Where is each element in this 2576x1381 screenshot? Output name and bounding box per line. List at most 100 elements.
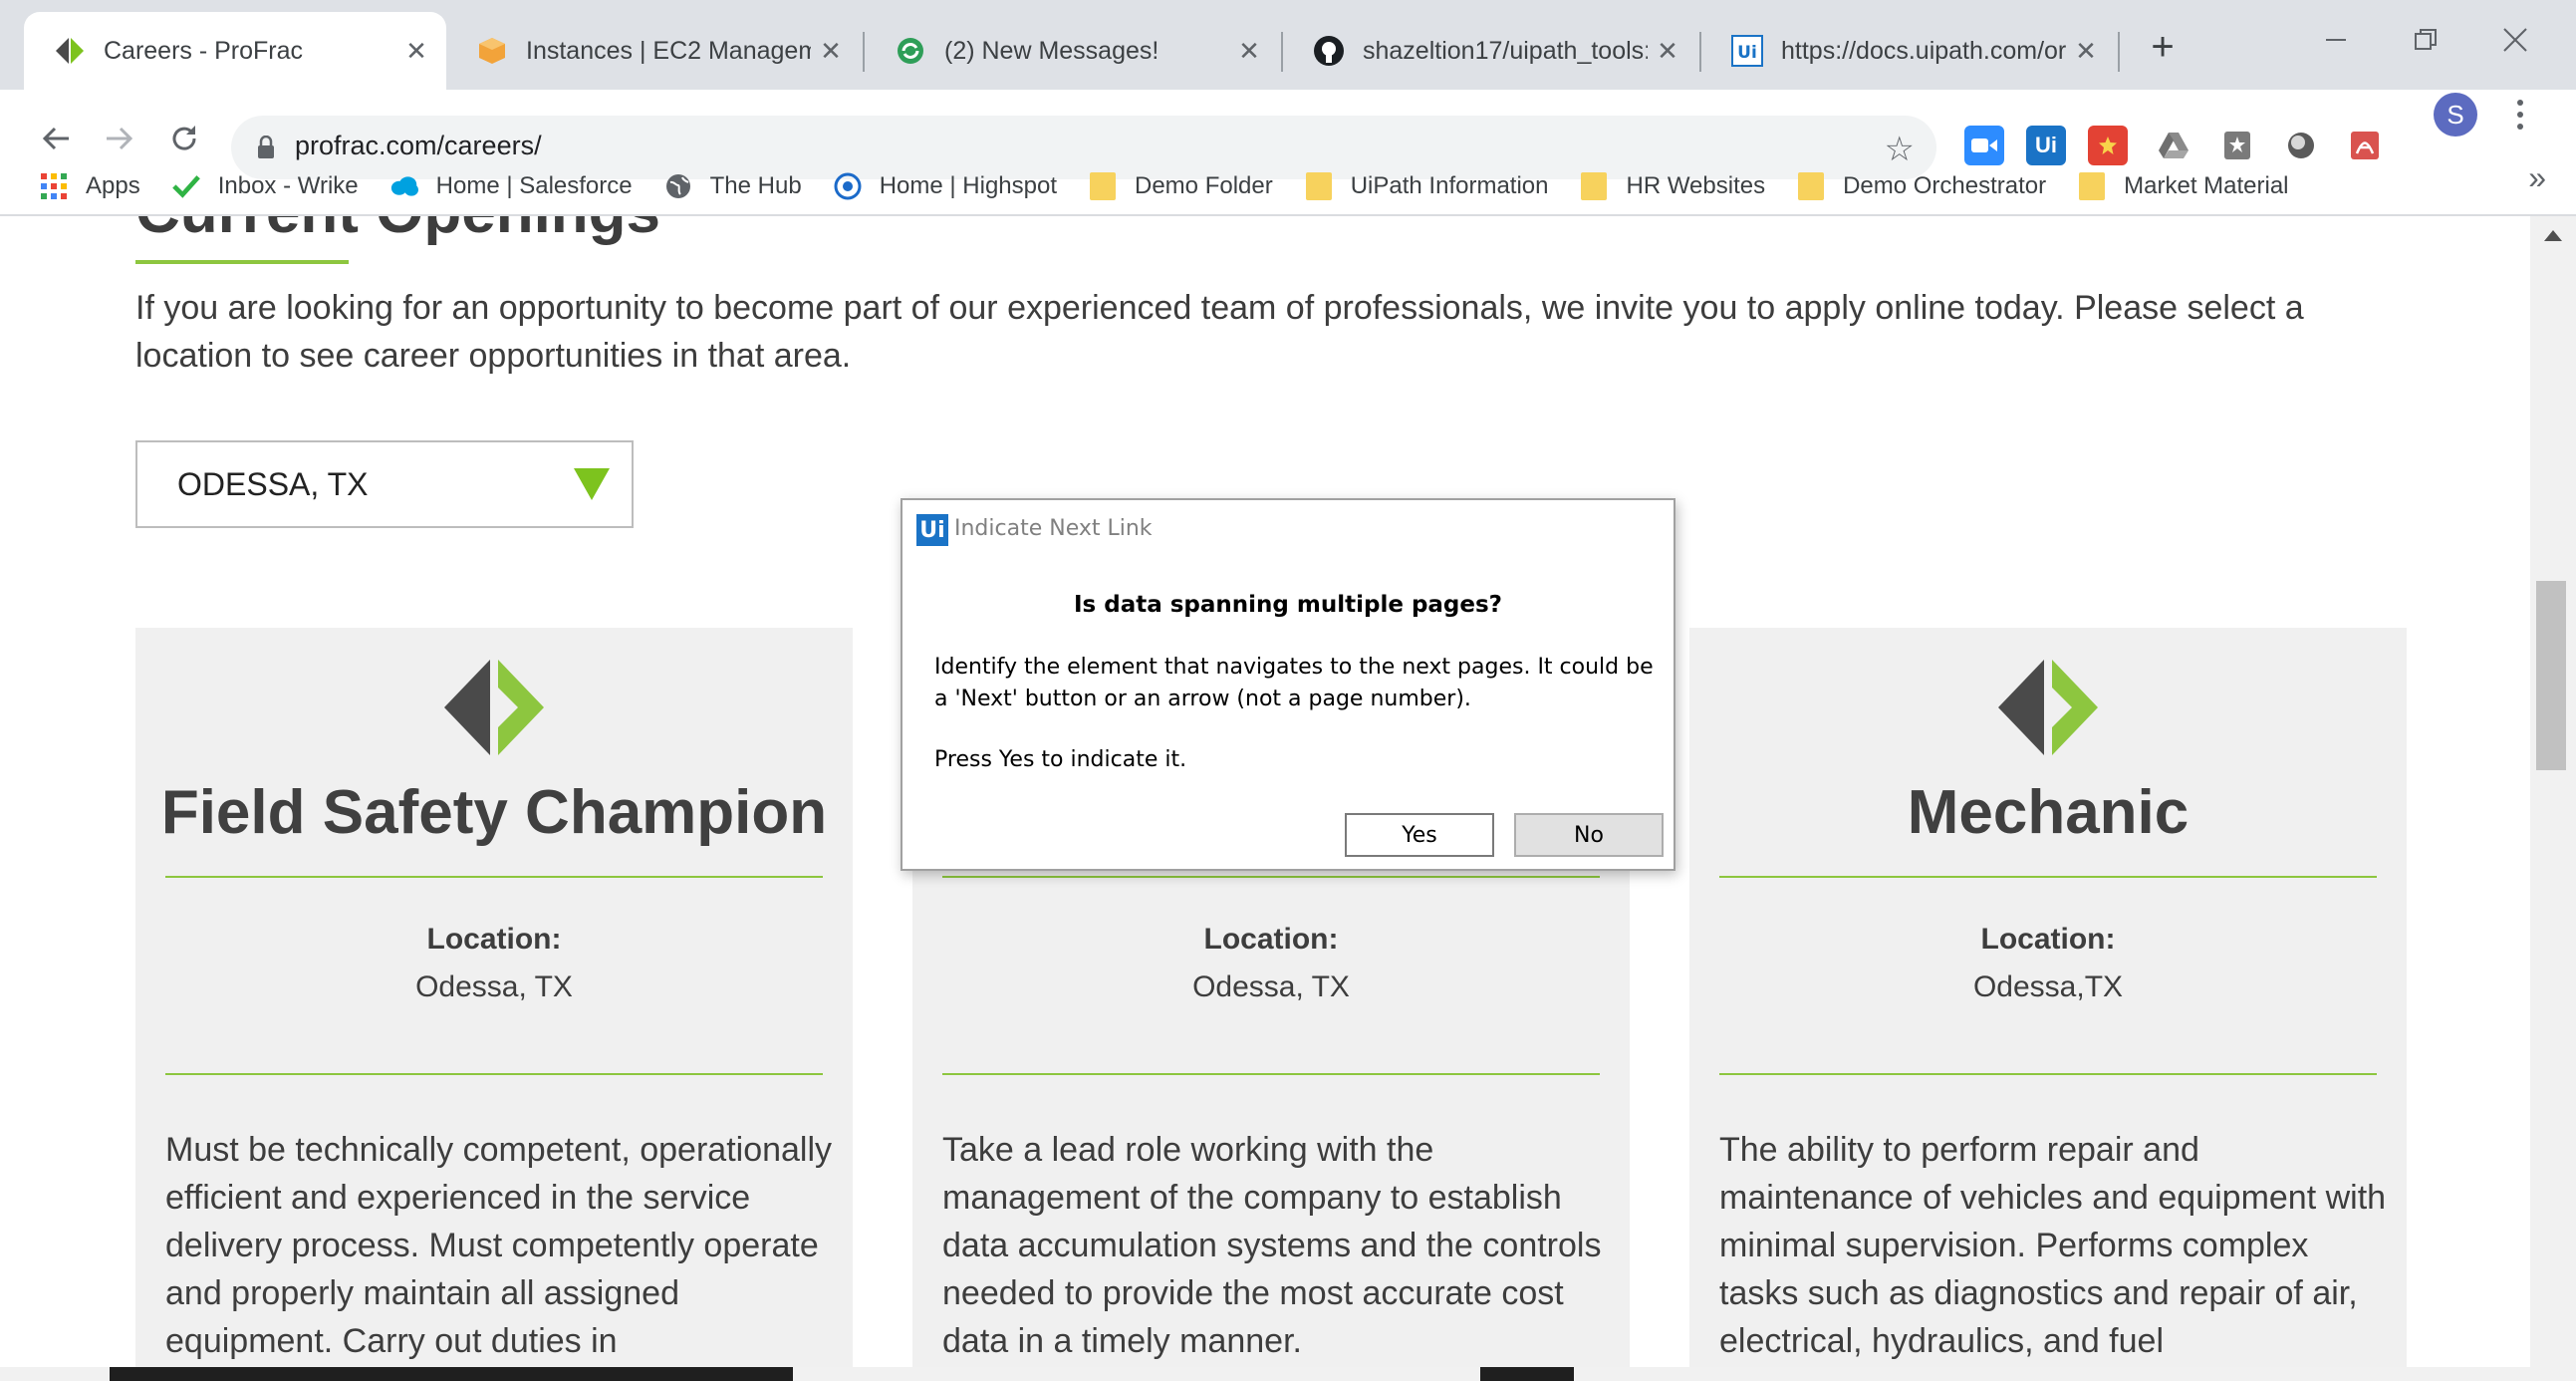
location-select[interactable]: ODESSA, TX [135, 440, 634, 528]
bookmark-label: UiPath Information [1350, 172, 1549, 199]
bookmark-uipath-information[interactable]: UiPath Information [1305, 172, 1549, 200]
restore-icon[interactable] [2381, 10, 2470, 70]
close-icon[interactable]: ✕ [1229, 31, 1269, 71]
folder-icon [1089, 172, 1117, 200]
bookmark-label: Home | Highspot [879, 172, 1057, 199]
bookmark-label: Apps [86, 172, 140, 199]
location-label: Location: [426, 923, 562, 956]
job-title: Mechanic [1907, 778, 2190, 847]
forward-arrow-icon[interactable] [94, 114, 143, 163]
back-arrow-icon[interactable] [32, 114, 82, 163]
new-tab-button[interactable]: + [2140, 24, 2186, 70]
tab-uipath-docs[interactable]: Ui https://docs.uipath.com/orc ✕ [1701, 12, 2116, 90]
folder-icon [1305, 172, 1333, 200]
aws-cube-icon [476, 35, 508, 67]
close-icon[interactable]: ✕ [2066, 31, 2106, 71]
bookmark-the-hub[interactable]: The Hub [664, 172, 802, 200]
reload-icon[interactable] [159, 114, 209, 163]
scrollbar-thumb[interactable] [2536, 581, 2566, 770]
job-description: Take a lead role working with the manage… [942, 1131, 1602, 1360]
scroll-up-arrow-icon[interactable] [2544, 230, 2562, 241]
divider [165, 876, 823, 878]
job-card[interactable]: Mechanic Location: Odessa,TX The ability… [1689, 628, 2407, 1381]
yes-button[interactable]: Yes [1345, 813, 1494, 857]
taskbar-segment [0, 1367, 110, 1381]
tab-ec2-instances[interactable]: Instances | EC2 Management ✕ [446, 12, 861, 90]
folder-icon [1797, 172, 1825, 200]
minimize-icon[interactable] [2291, 10, 2381, 70]
bookmark-label: Market Material [2124, 172, 2289, 199]
bookmark-label: Demo Orchestrator [1843, 172, 2047, 199]
dropdown-triangle-icon [574, 468, 610, 500]
close-icon[interactable]: ✕ [811, 31, 851, 71]
salesforce-cloud-icon [390, 172, 418, 200]
heading-underline [135, 260, 349, 264]
folder-icon [1580, 172, 1608, 200]
divider [1719, 876, 2377, 878]
tab-separator [2118, 32, 2120, 72]
tab-github-uipath-tools[interactable]: shazeltion17/uipath_tools: T ✕ [1283, 12, 1697, 90]
tab-new-messages[interactable]: (2) New Messages! ✕ [865, 12, 1279, 90]
bookmark-inbox-wrike[interactable]: Inbox - Wrike [171, 172, 359, 200]
no-button[interactable]: No [1514, 813, 1664, 857]
location-value: Odessa,TX [1972, 970, 2124, 1003]
tab-careers-profrac[interactable]: Careers - ProFrac ✕ [24, 12, 446, 90]
window-close-icon[interactable] [2470, 10, 2560, 70]
bookmarks-bar: Apps Inbox - Wrike Home | Salesforce The… [40, 157, 2576, 215]
location-label: Location: [1980, 923, 2116, 956]
taskbar-strip [0, 1367, 2530, 1381]
folder-icon [2078, 172, 2106, 200]
uipath-logo-icon: Ui [916, 514, 948, 546]
divider [165, 1073, 823, 1075]
tab-strip: Careers - ProFrac ✕ Instances | EC2 Mana… [0, 0, 2576, 90]
uipath-icon: Ui [1731, 35, 1763, 67]
divider [942, 876, 1600, 878]
page-scrollbar[interactable] [2530, 216, 2576, 1381]
browser-menu-icon[interactable] [2505, 93, 2535, 137]
bookmark-market-material[interactable]: Market Material [2078, 172, 2289, 200]
bookmark-label: Demo Folder [1135, 172, 1273, 199]
dialog-question: Is data spanning multiple pages? [1073, 592, 1503, 618]
location-value: Odessa, TX [1192, 970, 1350, 1003]
divider [942, 1073, 1600, 1075]
profrac-icon [54, 35, 86, 67]
job-card[interactable]: Field Safety Champion Location: Odessa, … [135, 628, 853, 1381]
profrac-logo-icon [1998, 660, 2098, 755]
bookmark-label: HR Websites [1626, 172, 1766, 199]
bookmark-label: Inbox - Wrike [217, 172, 359, 199]
location-value: Odessa, TX [415, 970, 573, 1003]
wrike-check-icon [171, 172, 200, 200]
highspot-icon [834, 172, 862, 200]
dialog-message: Identify the element that navigates to t… [934, 655, 1654, 711]
intro-text: If you are looking for an opportunity to… [135, 289, 2304, 375]
tab-title: shazeltion17/uipath_tools: T [1363, 36, 1648, 65]
location-label: Location: [1203, 923, 1339, 956]
bookmark-home-salesforce[interactable]: Home | Salesforce [390, 172, 633, 200]
tab-title: Careers - ProFrac [104, 36, 304, 65]
tab-title: https://docs.uipath.com/orc [1781, 36, 2066, 65]
bookmark-demo-folder[interactable]: Demo Folder [1089, 172, 1273, 200]
job-description: Must be technically competent, operation… [165, 1131, 833, 1360]
bookmark-label: Home | Salesforce [435, 172, 633, 199]
dialog-instruction: Press Yes to indicate it. [934, 747, 1187, 772]
apps-grid-icon [40, 172, 68, 200]
globe-icon [664, 172, 692, 200]
bookmark-hr-websites[interactable]: HR Websites [1580, 172, 1765, 200]
github-icon [1313, 35, 1345, 67]
svg-text:Ui: Ui [1737, 43, 1757, 63]
job-description: The ability to perform repair and mainte… [1719, 1131, 2387, 1360]
profile-avatar[interactable]: S [2434, 93, 2477, 137]
page-heading: Current Openings [135, 216, 660, 247]
tab-title: Instances | EC2 Management [526, 36, 811, 65]
bookmark-apps[interactable]: Apps [40, 172, 140, 200]
bookmark-home-highspot[interactable]: Home | Highspot [834, 172, 1057, 200]
bookmark-demo-orchestrator[interactable]: Demo Orchestrator [1797, 172, 2046, 200]
bookmarks-overflow-chevron-icon[interactable]: » [2528, 159, 2546, 196]
close-icon[interactable]: ✕ [1648, 31, 1687, 71]
divider [1719, 1073, 2377, 1075]
sync-messages-icon [895, 35, 926, 67]
taskbar-segment [1574, 1367, 2530, 1381]
profrac-logo-icon [444, 660, 544, 755]
dialog-titlebar[interactable]: Ui Indicate Next Link [902, 500, 1674, 556]
close-icon[interactable]: ✕ [396, 31, 436, 71]
